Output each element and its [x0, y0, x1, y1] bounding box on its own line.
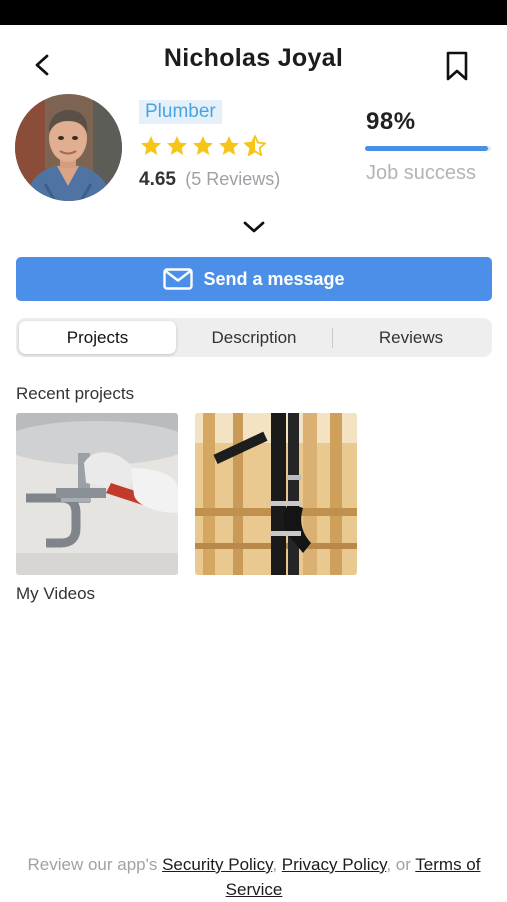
envelope-icon [163, 268, 194, 290]
chevron-down-icon [243, 221, 265, 233]
star-icon [193, 136, 213, 155]
job-success-label: Job success [366, 162, 477, 184]
send-message-button[interactable]: Send a message [16, 257, 492, 301]
job-success-value: 98% [366, 108, 416, 135]
recent-projects-heading: Recent projects [16, 384, 135, 403]
header: Nicholas Joyal [0, 40, 507, 88]
star-icon [141, 136, 161, 155]
my-videos-heading: My Videos [16, 584, 96, 603]
rating-value: 4.65 [139, 169, 176, 190]
status-bar [0, 0, 507, 25]
job-success-bar-fill [365, 146, 489, 151]
profession-badge: Plumber [139, 100, 222, 124]
star-half-icon [244, 135, 266, 156]
expand-button[interactable] [240, 215, 268, 239]
tab-reviews[interactable]: Reviews [333, 321, 489, 354]
legal-footer: Review our app's Security Policy, Privac… [14, 852, 494, 902]
star-icon [167, 136, 187, 155]
bookmark-button[interactable] [443, 50, 471, 82]
tab-description[interactable]: Description [176, 321, 332, 354]
bookmark-icon [446, 51, 468, 81]
rating-summary: 4.65 (5 Reviews) [139, 169, 280, 191]
project-thumbnail-1[interactable] [16, 413, 178, 575]
security-policy-link[interactable]: Security Policy [162, 855, 272, 874]
segmented-tabs: Projects Description Reviews [16, 318, 492, 357]
star-rating [139, 134, 267, 158]
star-icon [219, 136, 239, 155]
job-success-bar [365, 146, 491, 151]
page-title: Nicholas Joyal [163, 44, 344, 72]
footer-prefix: Review our app's [27, 855, 163, 874]
send-message-label: Send a message [203, 268, 345, 289]
privacy-policy-link[interactable]: Privacy Policy [282, 855, 387, 874]
footer-comma: , [272, 855, 282, 874]
footer-or: , or [386, 855, 416, 874]
reviews-count: (5 Reviews) [185, 169, 281, 189]
project-thumbnail-2[interactable] [195, 413, 357, 575]
tab-projects[interactable]: Projects [19, 321, 176, 354]
avatar [15, 94, 122, 201]
